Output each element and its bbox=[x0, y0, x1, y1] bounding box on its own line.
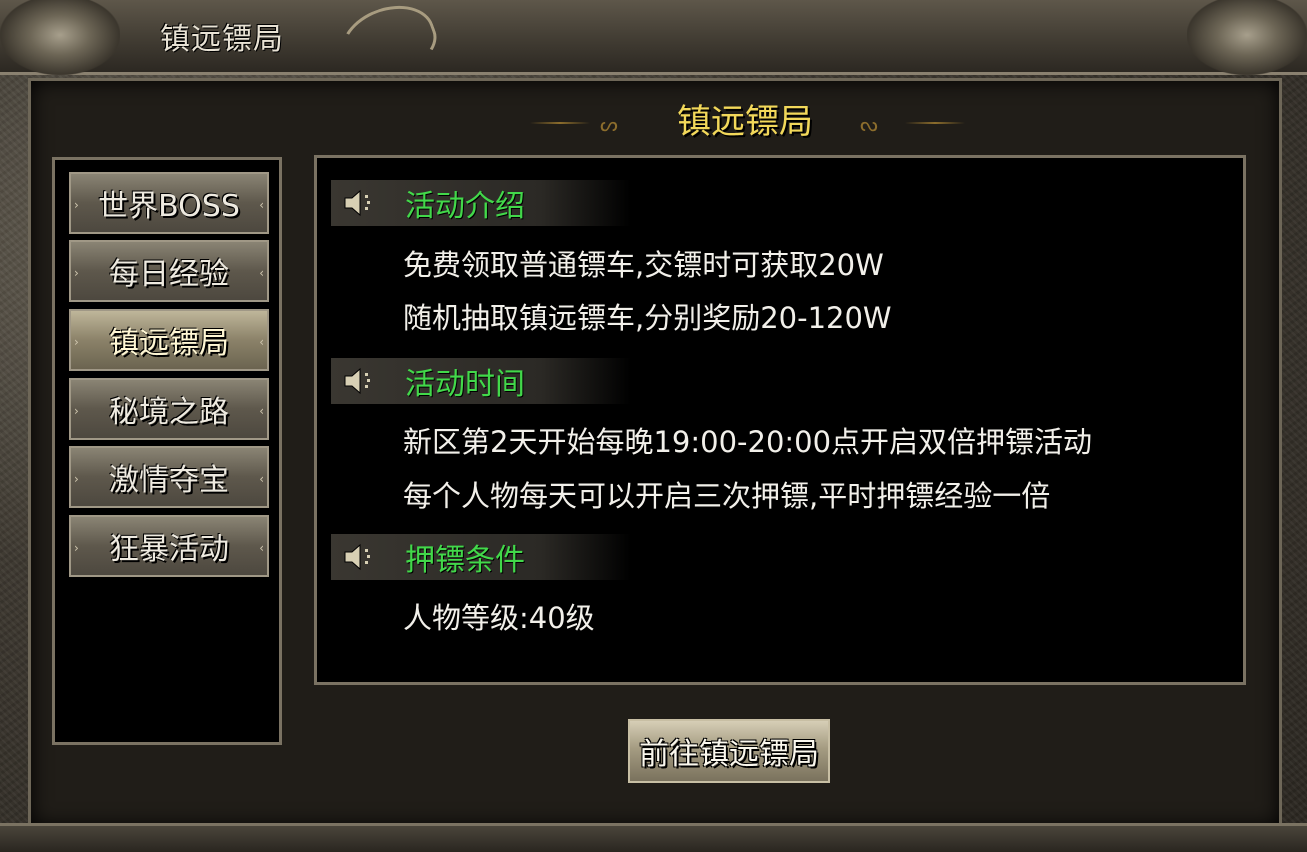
section-title: 押镖条件 bbox=[405, 543, 525, 578]
sidebar-item-label: 世界BOSS bbox=[98, 189, 240, 224]
sidebar-item-label: 秘境之路 bbox=[109, 395, 229, 430]
dragon-ornament-icon bbox=[0, 0, 120, 75]
sidebar-item-escort[interactable]: › 镇远镖局 ‹ bbox=[69, 309, 269, 371]
time-line-1: 新区第2天开始每晚19:00-20:00点开启双倍押镖活动 bbox=[403, 425, 1093, 459]
side-arrow-icon: › bbox=[74, 266, 79, 280]
speaker-icon bbox=[343, 180, 383, 226]
sidebar-item-label: 狂暴活动 bbox=[109, 532, 229, 567]
side-arrow-icon: ‹ bbox=[259, 198, 264, 212]
speaker-icon bbox=[343, 358, 383, 404]
intro-line-1: 免费领取普通镖车,交镖时可获取20W bbox=[403, 248, 884, 282]
side-arrow-icon: ‹ bbox=[259, 335, 264, 349]
side-arrow-icon: ‹ bbox=[259, 541, 264, 555]
sidebar-item-label: 镇远镖局 bbox=[109, 326, 229, 361]
side-arrow-icon: › bbox=[74, 404, 79, 418]
sidebar-item-rage[interactable]: › 狂暴活动 ‹ bbox=[69, 515, 269, 577]
sidebar-item-world-boss[interactable]: › 世界BOSS ‹ bbox=[69, 172, 269, 234]
side-arrow-icon: › bbox=[74, 335, 79, 349]
sidebar-item-daily-exp[interactable]: › 每日经验 ‹ bbox=[69, 240, 269, 302]
bottom-frame bbox=[0, 823, 1307, 852]
section-header-intro: 活动介绍 bbox=[331, 180, 631, 226]
section-header-time: 活动时间 bbox=[331, 358, 631, 404]
sidebar-item-label: 激情夺宝 bbox=[109, 463, 229, 498]
cloud-ornament-icon bbox=[331, 0, 445, 89]
game-window: 镇远镖局 ᔕ 镇远镖局 ᔓ › 世界BOSS ‹ › 每日经验 ‹ › 镇远镖局… bbox=[0, 0, 1307, 852]
requirement-line-1: 人物等级:40级 bbox=[403, 601, 595, 635]
panel-header: ᔕ 镇远镖局 ᔓ bbox=[520, 92, 970, 142]
side-arrow-icon: ‹ bbox=[259, 404, 264, 418]
swirl-ornament-icon: ᔓ bbox=[860, 112, 878, 136]
activity-details: 活动介绍 免费领取普通镖车,交镖时可获取20W 随机抽取镇远镖车,分别奖励20-… bbox=[314, 155, 1246, 685]
sidebar-item-treasure[interactable]: › 激情夺宝 ‹ bbox=[69, 446, 269, 508]
side-arrow-icon: › bbox=[74, 472, 79, 486]
title-bar: 镇远镖局 bbox=[0, 0, 1307, 89]
intro-line-2: 随机抽取镇远镖车,分别奖励20-120W bbox=[403, 301, 892, 335]
sidebar-item-label: 每日经验 bbox=[109, 257, 229, 292]
dragon-ornament-icon bbox=[1187, 0, 1307, 75]
window-title: 镇远镖局 bbox=[160, 22, 284, 57]
time-line-2: 每个人物每天可以开启三次押镖,平时押镖经验一倍 bbox=[403, 479, 1051, 513]
go-to-escort-button[interactable]: 前往镇远镖局 bbox=[628, 719, 830, 783]
section-title: 活动时间 bbox=[405, 367, 525, 402]
page-title: 镇远镖局 bbox=[677, 102, 813, 142]
side-arrow-icon: ‹ bbox=[259, 472, 264, 486]
sidebar-item-secret-path[interactable]: › 秘境之路 ‹ bbox=[69, 378, 269, 440]
section-header-requirement: 押镖条件 bbox=[331, 534, 631, 580]
header-divider-right bbox=[905, 122, 965, 124]
speaker-icon bbox=[343, 534, 383, 580]
side-arrow-icon: › bbox=[74, 541, 79, 555]
side-arrow-icon: ‹ bbox=[259, 266, 264, 280]
activity-sidebar: › 世界BOSS ‹ › 每日经验 ‹ › 镇远镖局 ‹ › 秘境之路 ‹ › … bbox=[52, 157, 282, 745]
side-arrow-icon: › bbox=[74, 198, 79, 212]
section-title: 活动介绍 bbox=[405, 189, 525, 224]
